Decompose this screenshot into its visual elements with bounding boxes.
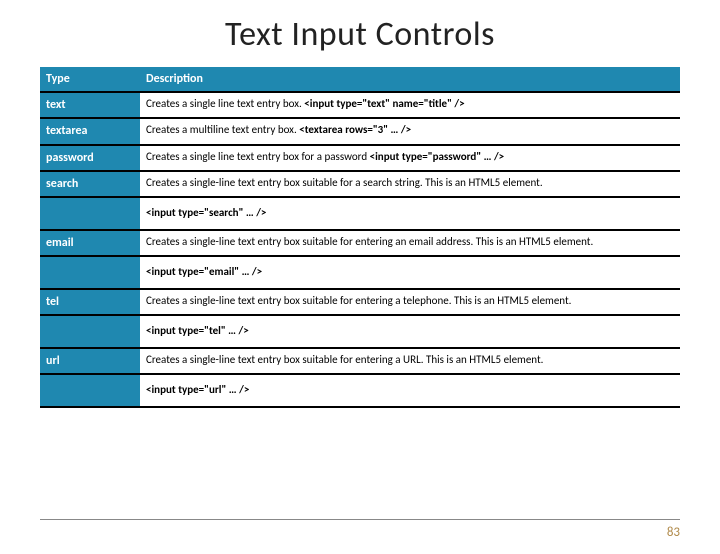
table-row: password Creates a single line text entry… [40,145,680,171]
table-row: tel Creates a single-line text entry box … [40,289,680,315]
type-cell-continued [40,374,140,407]
desc-cell: Creates a single-line text entry box sui… [140,230,680,256]
desc-text: Creates a single-line text entry box sui… [146,176,543,189]
table-row: search Creates a single-line text entry b… [40,171,680,197]
code-snippet: <input type="text" name="title" /> [304,97,464,110]
desc-cell: Creates a multiline text entry box. <tex… [140,118,680,144]
desc-text: Creates a single line text entry box for… [146,150,367,163]
table-header-row: Type Description [40,67,680,92]
controls-table: Type Description textCreates a single li… [40,67,680,408]
type-cell: password [40,145,140,171]
table-row: <input type="tel" … /> [40,315,680,348]
type-cell: email [40,230,140,256]
slide: Text Input Controls Type Description tex… [0,14,720,554]
table-row: <input type="search" … /> [40,197,680,230]
desc-cell: Creates a single line text entry box. <i… [140,92,680,118]
footer-rule [40,519,680,520]
type-cell-continued [40,256,140,289]
table-row: textareaCreates a multiline text entry b… [40,118,680,144]
page-title: Text Input Controls [0,14,720,55]
desc-cell: Creates a single line text entry box for… [140,145,680,171]
table-row: url Creates a single-line text entry box … [40,348,680,374]
type-cell: textarea [40,118,140,144]
table-wrap: Type Description textCreates a single li… [40,67,680,408]
desc-cell: Creates a single-line text entry box sui… [140,289,680,315]
code-snippet: <textarea rows="3" … /> [299,123,411,136]
desc-cell: Creates a single-line text entry box sui… [140,171,680,197]
type-cell: url [40,348,140,374]
code-snippet: <input type="password" … /> [370,150,505,163]
col-header-type: Type [40,67,140,92]
desc-text: Creates a single-line text entry box sui… [146,294,571,307]
code-row-cell: <input type="url" … /> [140,374,680,407]
desc-text: Creates a single-line text entry box sui… [146,235,593,248]
type-cell: text [40,92,140,118]
desc-text: Creates a single-line text entry box sui… [146,353,543,366]
type-cell: search [40,171,140,197]
col-header-desc: Description [140,67,680,92]
type-cell: tel [40,289,140,315]
code-snippet: <input type="url" … /> [146,383,249,396]
code-snippet: <input type="tel" … /> [146,324,249,337]
code-row-cell: <input type="email" … /> [140,256,680,289]
page-number: 83 [667,525,680,540]
type-cell-continued [40,315,140,348]
type-cell-continued [40,197,140,230]
code-row-cell: <input type="search" … /> [140,197,680,230]
table-row: email Creates a single-line text entry bo… [40,230,680,256]
desc-text: Creates a single line text entry box. [146,97,302,110]
table-row: <input type="url" … /> [40,374,680,407]
code-snippet: <input type="search" … /> [146,206,266,219]
desc-text: Creates a multiline text entry box. [146,123,297,136]
desc-cell: Creates a single-line text entry box sui… [140,348,680,374]
table-row: textCreates a single line text entry box… [40,92,680,118]
code-snippet: <input type="email" … /> [146,265,262,278]
table-row: <input type="email" … /> [40,256,680,289]
code-row-cell: <input type="tel" … /> [140,315,680,348]
